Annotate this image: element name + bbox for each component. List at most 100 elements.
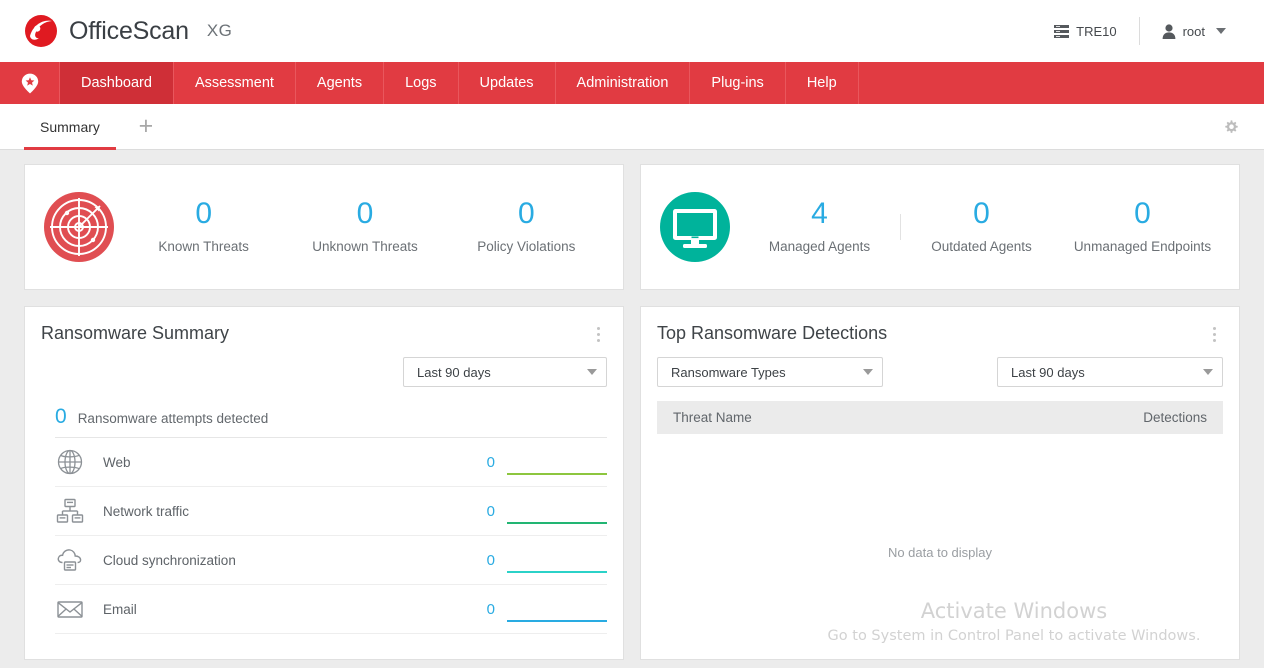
ransomware-summary-title: Ransomware Summary xyxy=(41,323,230,343)
nav-item-updates[interactable]: Updates xyxy=(459,62,556,104)
nav-home-button[interactable] xyxy=(0,62,60,104)
stat-known-threats[interactable]: 0 Known Threats xyxy=(123,198,284,255)
ransomware-range-dropdown[interactable]: Last 90 days xyxy=(403,357,607,387)
dashboard-tabbar: Summary + xyxy=(0,104,1264,150)
tab-summary[interactable]: Summary xyxy=(24,104,116,150)
nav-item-label: Updates xyxy=(479,75,534,91)
nav-item-plug-ins[interactable]: Plug-ins xyxy=(690,62,786,104)
top-detections-header: Top Ransomware Detections xyxy=(657,307,1223,345)
user-menu[interactable]: root xyxy=(1140,16,1248,46)
stat-label: Unknown Threats xyxy=(312,238,418,254)
nav-item-label: Agents xyxy=(316,75,363,91)
column-threat-name: Threat Name xyxy=(673,410,752,425)
user-label: root xyxy=(1182,23,1205,39)
cloud-sync-icon xyxy=(55,545,85,575)
ransomware-summary-controls: Last 90 days xyxy=(41,357,607,387)
ransomware-attempts-value: 0 xyxy=(55,405,67,428)
kebab-menu-icon xyxy=(1212,326,1216,330)
nav-item-help[interactable]: Help xyxy=(786,62,859,104)
ransomware-row-label: Network traffic xyxy=(103,503,190,519)
nav-item-label: Administration xyxy=(576,75,669,91)
ransomware-row[interactable]: Email 0 xyxy=(55,585,607,634)
ransomware-row-value: 0 xyxy=(486,453,495,471)
gear-icon xyxy=(1223,118,1240,135)
top-detections-widget: Top Ransomware Detections Ransomware Typ… xyxy=(640,306,1240,660)
ransomware-row-bar-fill xyxy=(507,571,607,573)
stat-label: Known Threats xyxy=(158,238,249,254)
stat-managed-agents[interactable]: 4 Managed Agents xyxy=(739,198,900,255)
tab-summary-label: Summary xyxy=(40,118,100,135)
person-icon xyxy=(1162,23,1176,39)
brand-suffix: XG xyxy=(206,21,233,40)
top-detections-range-value: Last 90 days xyxy=(1011,364,1085,380)
ransomware-row-bar-fill xyxy=(507,473,607,475)
stat-value: 0 xyxy=(517,197,535,231)
ransomware-row[interactable]: Web 0 xyxy=(55,438,607,487)
ransomware-summary-header: Ransomware Summary xyxy=(41,307,607,345)
ransomware-row-bar xyxy=(507,594,607,624)
ransomware-row-value: 0 xyxy=(486,600,495,618)
tabbar-settings[interactable] xyxy=(1223,104,1264,149)
nav-item-administration[interactable]: Administration xyxy=(556,62,691,104)
nav-item-list: Dashboard Assessment Agents Logs Updates Admi… xyxy=(60,62,859,104)
brand: OfficeScan XG xyxy=(24,14,232,48)
radar-threat-icon xyxy=(43,191,115,263)
nav-item-logs[interactable]: Logs xyxy=(384,62,459,104)
ransomware-channel-list: Web 0 Network traffic 0 Cloud synchronizatio… xyxy=(55,437,607,634)
brand-name: OfficeScan xyxy=(69,16,189,45)
ransomware-row-bar xyxy=(507,447,607,477)
caret-down-icon xyxy=(863,369,873,375)
desktop-monitor-icon xyxy=(659,191,731,263)
top-detections-controls: Ransomware Types Last 90 days xyxy=(657,357,1223,387)
stat-policy-violations[interactable]: 0 Policy Violations xyxy=(446,198,607,255)
nav-item-label: Dashboard xyxy=(81,75,152,91)
trendmicro-swirl-logo xyxy=(24,14,58,48)
stat-outdated-agents[interactable]: 0 Outdated Agents xyxy=(901,198,1062,255)
stat-unknown-threats[interactable]: 0 Unknown Threats xyxy=(284,198,445,255)
ransomware-row-value: 0 xyxy=(486,502,495,520)
stat-value: 0 xyxy=(195,197,212,231)
top-detections-empty-message: No data to display xyxy=(887,545,993,560)
header-right: TRE10 root xyxy=(1032,14,1248,48)
stat-label: Outdated Agents xyxy=(931,238,1032,254)
threats-stat-list: 0 Known Threats 0 Unknown Threats 0 Policy Vi… xyxy=(123,198,607,255)
network-icon xyxy=(55,496,85,526)
agents-stat-list: 4 Managed Agents 0 Outdated Agents 0 Unmanage… xyxy=(739,198,1223,255)
stat-value: 0 xyxy=(1134,197,1151,231)
nav-item-assessment[interactable]: Assessment xyxy=(174,62,296,104)
ransomware-row[interactable]: Cloud synchronization 0 xyxy=(55,536,607,585)
stat-unmanaged-endpoints[interactable]: 0 Unmanaged Endpoints xyxy=(1062,198,1223,255)
top-detections-title: Top Ransomware Detections xyxy=(657,323,888,343)
map-pin-star-icon xyxy=(21,73,39,94)
nav-item-label: Help xyxy=(806,75,837,91)
caret-down-icon xyxy=(587,369,597,375)
stat-value: 0 xyxy=(973,197,990,231)
main-nav: Dashboard Assessment Agents Logs Updates Admi… xyxy=(0,62,1264,104)
globe-icon xyxy=(55,447,85,477)
agents-summary-card: 4 Managed Agents 0 Outdated Agents 0 Unmanage… xyxy=(640,164,1240,290)
server-selector[interactable]: TRE10 xyxy=(1032,16,1138,46)
top-detections-menu-button[interactable] xyxy=(1205,323,1223,345)
ransomware-summary-widget: Ransomware Summary Last 90 days 0 Ransom… xyxy=(24,306,624,660)
plus-icon: + xyxy=(138,112,154,140)
ransomware-type-dropdown[interactable]: Ransomware Types xyxy=(657,357,883,387)
ransomware-row-bar-fill xyxy=(507,620,607,622)
caret-down-icon xyxy=(1203,369,1213,375)
ransomware-row-label: Web xyxy=(103,454,131,470)
ransomware-summary-menu-button[interactable] xyxy=(589,323,607,345)
ransomware-attempts-label: Ransomware attempts detected xyxy=(77,411,269,426)
ransomware-row-label: Cloud synchronization xyxy=(103,552,236,568)
ransomware-row[interactable]: Network traffic 0 xyxy=(55,487,607,536)
nav-item-agents[interactable]: Agents xyxy=(296,62,385,104)
stat-label: Managed Agents xyxy=(768,238,871,254)
top-detections-range-dropdown[interactable]: Last 90 days xyxy=(997,357,1223,387)
app-header: OfficeScan XG TRE10 root xyxy=(0,0,1264,62)
add-tab-button[interactable]: + xyxy=(124,104,168,149)
ransomware-row-label: Email xyxy=(103,601,137,617)
chevron-down-icon xyxy=(1216,28,1226,34)
nav-item-dashboard[interactable]: Dashboard xyxy=(60,62,174,104)
nav-item-label: Plug-ins xyxy=(711,75,764,91)
stat-value: 4 xyxy=(811,197,828,231)
ransomware-row-bar xyxy=(507,496,607,526)
server-label: TRE10 xyxy=(1076,23,1117,39)
